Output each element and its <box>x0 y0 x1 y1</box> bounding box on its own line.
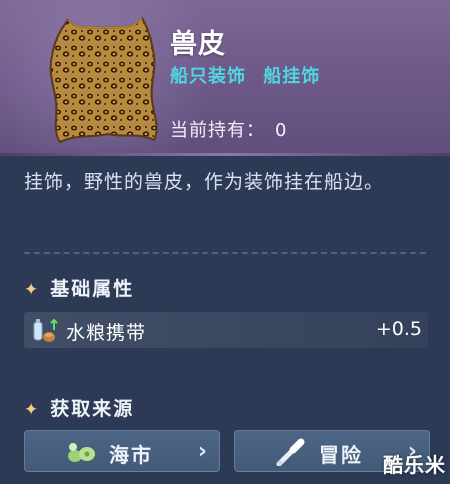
source-market-button[interactable]: 海市 › <box>24 430 220 472</box>
water-food-icon <box>33 318 58 342</box>
chevron-right-icon: › <box>197 439 207 464</box>
item-name: 兽皮 <box>170 29 226 60</box>
tag-ship-hanging: 船挂饰 <box>263 66 321 87</box>
tag-ship-decoration: 船只装饰 <box>170 66 246 87</box>
divider <box>24 252 426 254</box>
section-title-sources: ✦ 获取来源 <box>24 394 134 421</box>
owned-value: 0 <box>275 120 288 141</box>
watermark-logo: 酷乐米 <box>383 453 446 477</box>
attribute-value: +0.5 <box>375 318 422 340</box>
sources-title: 获取来源 <box>50 398 135 420</box>
item-header: 兽皮 船只装饰 船挂饰 当前持有： 0 <box>0 0 450 156</box>
attribute-row: 水粮携带 +0.5 <box>24 312 428 348</box>
leopard-hide-icon <box>49 16 158 144</box>
attribute-name: 水粮携带 <box>66 322 147 344</box>
spyglass-icon <box>276 438 305 466</box>
star-icon: ✦ <box>24 400 41 420</box>
item-tags: 船只装饰 船挂饰 <box>170 62 320 88</box>
item-detail-panel: 兽皮 船只装饰 船挂饰 当前持有： 0 挂饰，野性的兽皮，作为装饰挂在船边。 ✦ 基… <box>0 0 450 484</box>
owned-count: 当前持有： 0 <box>170 116 287 142</box>
source-adventure-label: 冒险 <box>319 443 363 467</box>
owned-label: 当前持有： <box>170 120 265 141</box>
section-title-attributes: ✦ 基础属性 <box>24 274 134 301</box>
attributes-title: 基础属性 <box>50 278 135 300</box>
source-market-label: 海市 <box>109 443 153 467</box>
star-icon: ✦ <box>24 280 41 300</box>
item-description: 挂饰，野性的兽皮，作为装饰挂在船边。 <box>24 171 385 193</box>
market-icon <box>68 443 95 462</box>
